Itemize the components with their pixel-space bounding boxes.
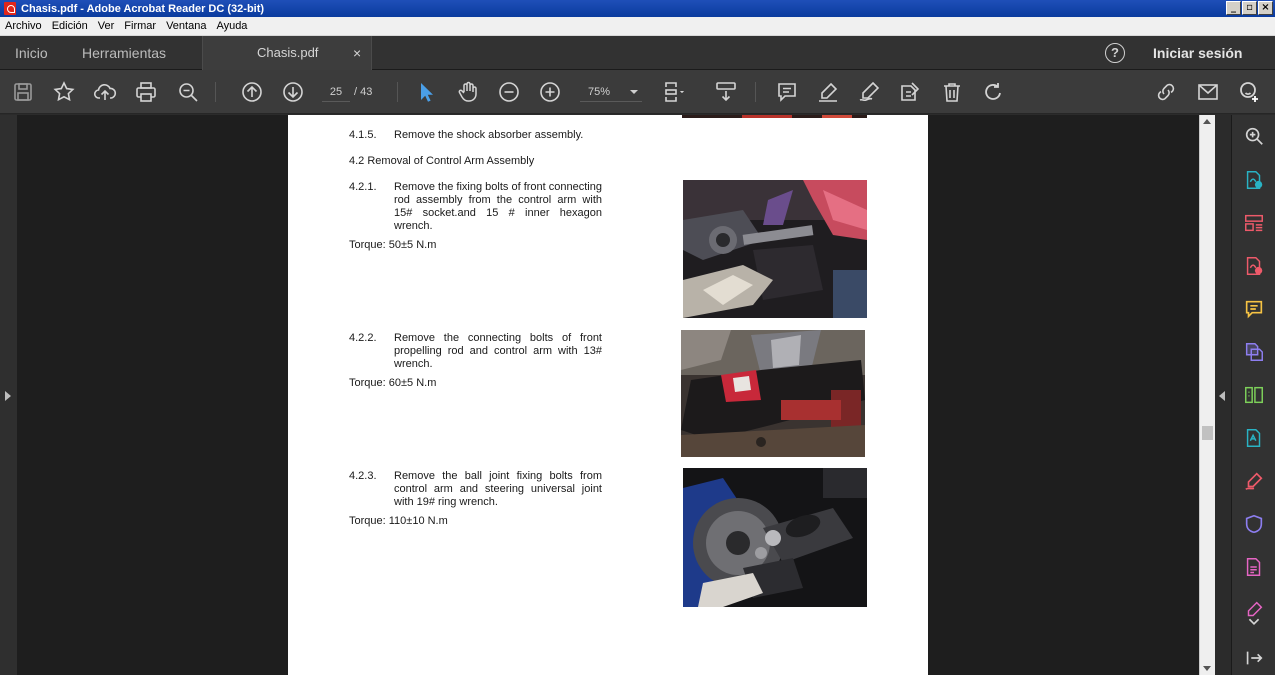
- help-icon[interactable]: ?: [1105, 43, 1125, 63]
- comment-icon[interactable]: [775, 80, 799, 104]
- draw-icon[interactable]: [857, 80, 881, 104]
- zoom-dropdown[interactable]: 75%: [580, 82, 642, 102]
- page-down-icon[interactable]: [281, 80, 305, 104]
- mail-icon[interactable]: [1196, 80, 1220, 104]
- comment-panel-icon[interactable]: [1243, 298, 1265, 320]
- page-total: / 43: [354, 86, 373, 98]
- menu-firmar[interactable]: Firmar: [119, 20, 161, 32]
- torque-spec: Torque: 60±5 N.m: [349, 377, 437, 389]
- vertical-scrollbar[interactable]: [1199, 115, 1215, 675]
- photo-previous: [682, 115, 867, 118]
- menu-bar: Archivo Edición Ver Firmar Ventana Ayuda: [0, 17, 1275, 36]
- share-link-icon[interactable]: [1154, 80, 1178, 104]
- toolbar-separator: [397, 82, 398, 102]
- tab-home[interactable]: Inicio: [15, 36, 48, 70]
- maximize-button[interactable]: ▫: [1242, 1, 1257, 15]
- page-number-input[interactable]: 25: [322, 82, 350, 102]
- tab-bar: Inicio Herramientas Chasis.pdf × ? Inici…: [0, 36, 1275, 70]
- page-up-icon[interactable]: [240, 80, 264, 104]
- toolbar-separator: [755, 82, 756, 102]
- step-number: 4.1.5.: [349, 129, 377, 141]
- zoom-search-icon[interactable]: [176, 80, 200, 104]
- signin-button[interactable]: Iniciar sesión: [1153, 36, 1242, 70]
- highlight-pen-icon[interactable]: [816, 80, 840, 104]
- close-tab-icon[interactable]: ×: [353, 36, 361, 70]
- menu-ver[interactable]: Ver: [93, 20, 120, 32]
- scroll-up-icon[interactable]: [1203, 119, 1211, 124]
- step-text: Remove the connecting bolts of front pro…: [394, 332, 602, 370]
- tab-document[interactable]: Chasis.pdf ×: [202, 36, 372, 70]
- menu-ventana[interactable]: Ventana: [161, 20, 211, 32]
- step-number: 4.2.3.: [349, 470, 377, 482]
- trash-icon[interactable]: [940, 80, 964, 104]
- section-heading: 4.2 Removal of Control Arm Assembly: [349, 155, 535, 167]
- upload-cloud-icon[interactable]: [93, 80, 117, 104]
- export-pdf-icon[interactable]: [1243, 169, 1265, 191]
- add-user-icon[interactable]: [1237, 80, 1261, 104]
- title-bar: Chasis.pdf - Adobe Acrobat Reader DC (32…: [0, 0, 1275, 17]
- step-text: Remove the ball joint fixing bolts from …: [394, 470, 602, 508]
- step-text: Remove the fixing bolts of front connect…: [394, 181, 602, 232]
- close-window-button[interactable]: ×: [1258, 1, 1273, 15]
- right-panel-toggle[interactable]: [1215, 115, 1231, 675]
- create-pdf-icon[interactable]: [1243, 255, 1265, 277]
- scroll-mode-icon[interactable]: [714, 80, 738, 104]
- step-number: 4.2.1.: [349, 181, 377, 193]
- rotate-icon[interactable]: [981, 80, 1005, 104]
- photo-propelling-rod-bolts: [681, 330, 865, 457]
- organize-pages-icon[interactable]: [1243, 212, 1265, 234]
- zoom-panel-icon[interactable]: [1243, 125, 1265, 147]
- stamp-icon[interactable]: [898, 80, 922, 104]
- print-icon[interactable]: [134, 80, 158, 104]
- chevron-left-icon: [1219, 391, 1225, 401]
- window-controls: _ ▫ ×: [1226, 1, 1273, 15]
- toolbar: 25 / 43 75%: [0, 70, 1275, 114]
- hand-icon[interactable]: [456, 80, 480, 104]
- zoom-out-icon[interactable]: [497, 80, 521, 104]
- fill-sign-icon[interactable]: [1243, 470, 1265, 492]
- scroll-down-icon[interactable]: [1203, 666, 1211, 671]
- compress-icon[interactable]: [1243, 384, 1265, 406]
- save-icon[interactable]: [11, 80, 35, 104]
- pdf-page: 4.1.5. Remove the shock absorber assembl…: [288, 115, 928, 675]
- menu-edicion[interactable]: Edición: [47, 20, 93, 32]
- step-number: 4.2.2.: [349, 332, 377, 344]
- tools-panel: [1231, 115, 1275, 675]
- content-area: 4.1.5. Remove the shock absorber assembl…: [0, 115, 1275, 675]
- left-panel-toggle[interactable]: [0, 115, 17, 675]
- send-for-review-icon[interactable]: [1243, 556, 1265, 578]
- photo-ball-joint-bolts: [683, 468, 867, 607]
- scrollbar-thumb[interactable]: [1202, 426, 1213, 440]
- edit-pdf-icon[interactable]: [1243, 427, 1265, 449]
- star-icon[interactable]: [52, 80, 76, 104]
- menu-archivo[interactable]: Archivo: [0, 20, 47, 32]
- window-title: Chasis.pdf - Adobe Acrobat Reader DC (32…: [21, 2, 265, 15]
- collapse-panel-icon[interactable]: [1243, 611, 1265, 633]
- zoom-value: 75%: [588, 86, 611, 98]
- acrobat-app-icon: [4, 2, 16, 15]
- step-text: Remove the shock absorber assembly.: [394, 129, 584, 141]
- zoom-in-icon[interactable]: [538, 80, 562, 104]
- tab-document-label: Chasis.pdf: [257, 45, 319, 60]
- torque-spec: Torque: 50±5 N.m: [349, 239, 437, 251]
- toolbar-separator: [215, 82, 216, 102]
- acrobat-window: Chasis.pdf - Adobe Acrobat Reader DC (32…: [0, 0, 1275, 675]
- chevron-down-icon: [630, 90, 638, 94]
- select-arrow-icon[interactable]: [414, 80, 438, 104]
- torque-spec: Torque: 110±10 N.m: [349, 515, 448, 527]
- exit-panel-icon[interactable]: [1243, 647, 1265, 669]
- minimize-button[interactable]: _: [1226, 1, 1241, 15]
- protect-icon[interactable]: [1243, 513, 1265, 535]
- tab-tools[interactable]: Herramientas: [82, 36, 166, 70]
- fit-page-icon[interactable]: [662, 80, 686, 104]
- menu-ayuda[interactable]: Ayuda: [211, 20, 252, 32]
- combine-files-icon[interactable]: [1243, 341, 1265, 363]
- chevron-right-icon: [5, 391, 11, 401]
- photo-control-arm-bolts: [683, 180, 867, 318]
